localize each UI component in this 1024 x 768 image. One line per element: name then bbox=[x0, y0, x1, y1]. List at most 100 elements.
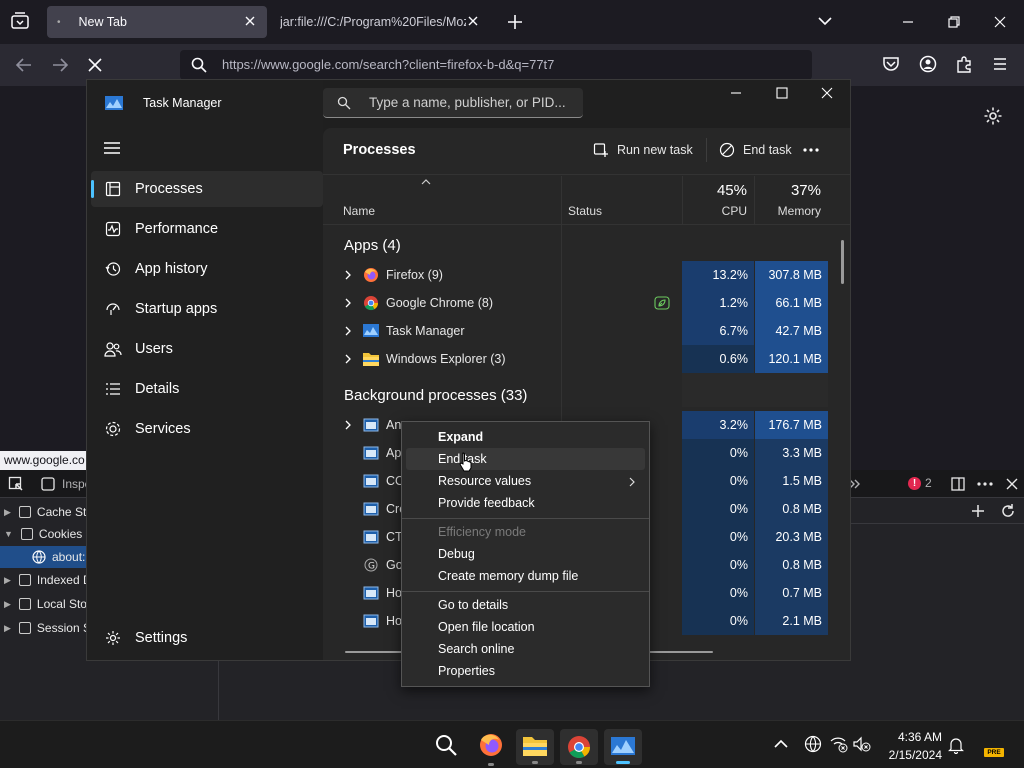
app-menu-icon[interactable] bbox=[991, 55, 1009, 73]
expand-chevron-icon[interactable] bbox=[343, 270, 353, 280]
tree-label: Cookies bbox=[38, 527, 83, 541]
pocket-icon[interactable] bbox=[882, 55, 900, 73]
stop-loading-icon[interactable] bbox=[86, 56, 104, 74]
menu-item-search-online[interactable]: Search online bbox=[438, 642, 514, 656]
menu-item-expand[interactable]: Expand bbox=[438, 430, 483, 444]
dock-side-icon[interactable] bbox=[950, 476, 966, 492]
inspector-icon[interactable] bbox=[40, 476, 56, 492]
add-item-icon[interactable] bbox=[970, 503, 986, 519]
menu-item-open-file-location[interactable]: Open file location bbox=[438, 620, 535, 634]
process-row-firefox[interactable]: Firefox (9) 13.2% 307.8 MB bbox=[323, 261, 828, 289]
menu-item-debug[interactable]: Debug bbox=[438, 547, 475, 561]
column-header-name[interactable]: Name bbox=[343, 204, 375, 218]
expand-chevron-icon[interactable] bbox=[343, 420, 353, 430]
clock-date[interactable]: 2/15/2024 bbox=[880, 748, 942, 762]
process-row-chrome[interactable]: Google Chrome (8) 1.2% 66.1 MB bbox=[323, 289, 828, 317]
new-tab-icon[interactable] bbox=[506, 13, 524, 31]
account-icon[interactable] bbox=[919, 55, 937, 73]
forward-icon[interactable] bbox=[50, 56, 70, 74]
chrome-icon bbox=[363, 295, 379, 311]
expand-chevron-icon[interactable] bbox=[343, 298, 353, 308]
more-options-icon[interactable] bbox=[801, 142, 821, 158]
end-task-icon bbox=[719, 142, 735, 158]
back-icon[interactable] bbox=[14, 56, 34, 74]
nav-app-history[interactable]: App history bbox=[91, 251, 323, 287]
column-header-memory[interactable]: Memory bbox=[755, 204, 821, 218]
file-explorer-taskbar-button[interactable] bbox=[516, 729, 554, 765]
language-globe-icon[interactable] bbox=[804, 735, 822, 753]
nav-services[interactable]: Services bbox=[91, 411, 323, 447]
close-icon[interactable] bbox=[820, 86, 834, 100]
list-all-tabs-icon[interactable] bbox=[816, 14, 834, 28]
maximize-icon[interactable] bbox=[775, 86, 789, 100]
menu-item-properties[interactable]: Properties bbox=[438, 664, 495, 678]
page-settings-icon[interactable] bbox=[983, 106, 1003, 126]
task-manager-taskbar-button[interactable] bbox=[604, 729, 642, 765]
close-window-icon[interactable] bbox=[992, 14, 1008, 30]
close-tab-icon[interactable] bbox=[466, 14, 480, 28]
sort-ascending-icon bbox=[421, 178, 431, 186]
close-tab-icon[interactable] bbox=[243, 14, 257, 28]
tab-jar-file[interactable]: jar:file:///C:/Program%20Files/Moz bbox=[270, 6, 490, 38]
nav-label: App history bbox=[135, 261, 208, 277]
end-task-button[interactable]: End task bbox=[719, 138, 792, 162]
tab-new-tab[interactable]: • New Tab bbox=[47, 6, 267, 38]
tab-overview-icon[interactable] bbox=[10, 12, 30, 30]
process-search-box[interactable]: Type a name, publisher, or PID... bbox=[323, 88, 583, 118]
network-status-icon[interactable] bbox=[829, 735, 849, 753]
app-window-icon bbox=[363, 502, 379, 516]
nav-performance[interactable]: Performance bbox=[91, 211, 323, 247]
cpu-total-percent: 45% bbox=[716, 182, 747, 199]
clock-time[interactable]: 4:36 AM bbox=[880, 730, 942, 744]
minimize-window-icon[interactable] bbox=[900, 14, 916, 30]
refresh-icon[interactable] bbox=[1000, 503, 1016, 519]
column-header-cpu[interactable]: CPU bbox=[683, 204, 747, 218]
process-row-windows-explorer[interactable]: Windows Explorer (3) 0.6% 120.1 MB bbox=[323, 345, 828, 373]
chrome-taskbar-button[interactable] bbox=[560, 729, 598, 765]
nav-processes[interactable]: Processes bbox=[91, 171, 323, 207]
expand-chevron-icon[interactable] bbox=[343, 354, 353, 364]
show-hidden-icons-chevron[interactable] bbox=[773, 738, 789, 750]
menu-item-resource-values[interactable]: Resource values bbox=[438, 474, 531, 488]
folder-icon bbox=[363, 352, 379, 366]
menu-item-create-dump[interactable]: Create memory dump file bbox=[438, 569, 578, 583]
menu-item-go-to-details[interactable]: Go to details bbox=[438, 598, 508, 612]
nav-settings[interactable]: Settings bbox=[91, 620, 323, 656]
tree-label: Local Stor bbox=[36, 597, 91, 611]
minimize-icon[interactable] bbox=[729, 86, 743, 100]
vertical-scrollbar-thumb[interactable] bbox=[841, 240, 844, 284]
nav-users[interactable]: Users bbox=[91, 331, 323, 367]
menu-item-provide-feedback[interactable]: Provide feedback bbox=[438, 496, 535, 510]
nav-details[interactable]: Details bbox=[91, 371, 323, 407]
browser-tab-bar: • New Tab jar:file:///C:/Program%20Files… bbox=[0, 0, 1024, 44]
memory-value: 0.8 MB bbox=[755, 551, 828, 579]
process-row-task-manager[interactable]: Task Manager 6.7% 42.7 MB bbox=[323, 317, 828, 345]
nav-startup-apps[interactable]: Startup apps bbox=[91, 291, 323, 327]
globe-icon bbox=[32, 550, 46, 564]
notifications-bell-icon[interactable] bbox=[948, 736, 964, 754]
column-header-status[interactable]: Status bbox=[568, 204, 602, 218]
nav-label: Processes bbox=[135, 181, 203, 197]
expand-chevron-icon[interactable] bbox=[343, 326, 353, 336]
run-new-task-button[interactable]: Run new task bbox=[593, 138, 693, 162]
url-bar[interactable]: https://www.google.com/search?client=fir… bbox=[180, 50, 812, 80]
element-picker-icon[interactable] bbox=[8, 476, 24, 492]
tab-title: New Tab bbox=[78, 15, 127, 29]
app-window-icon bbox=[363, 446, 379, 460]
speaker-icon[interactable] bbox=[852, 735, 872, 753]
memory-value: 120.1 MB bbox=[755, 345, 828, 373]
process-name: Windows Explorer (3) bbox=[386, 352, 506, 366]
nav-label: Details bbox=[135, 381, 180, 397]
search-taskbar-icon[interactable] bbox=[434, 733, 458, 757]
search-icon bbox=[190, 56, 208, 74]
hamburger-menu-icon[interactable] bbox=[103, 140, 121, 156]
preview-build-badge: PRE bbox=[984, 748, 1004, 757]
restore-window-icon[interactable] bbox=[946, 14, 962, 30]
firefox-taskbar-icon[interactable] bbox=[478, 732, 504, 766]
button-label: Run new task bbox=[617, 143, 693, 157]
storage-table-toolbar bbox=[850, 498, 1024, 524]
extensions-icon[interactable] bbox=[955, 55, 973, 73]
error-counter[interactable]: ! 2 bbox=[908, 476, 932, 490]
devtools-menu-icon[interactable] bbox=[976, 476, 994, 492]
close-devtools-icon[interactable] bbox=[1004, 476, 1020, 492]
